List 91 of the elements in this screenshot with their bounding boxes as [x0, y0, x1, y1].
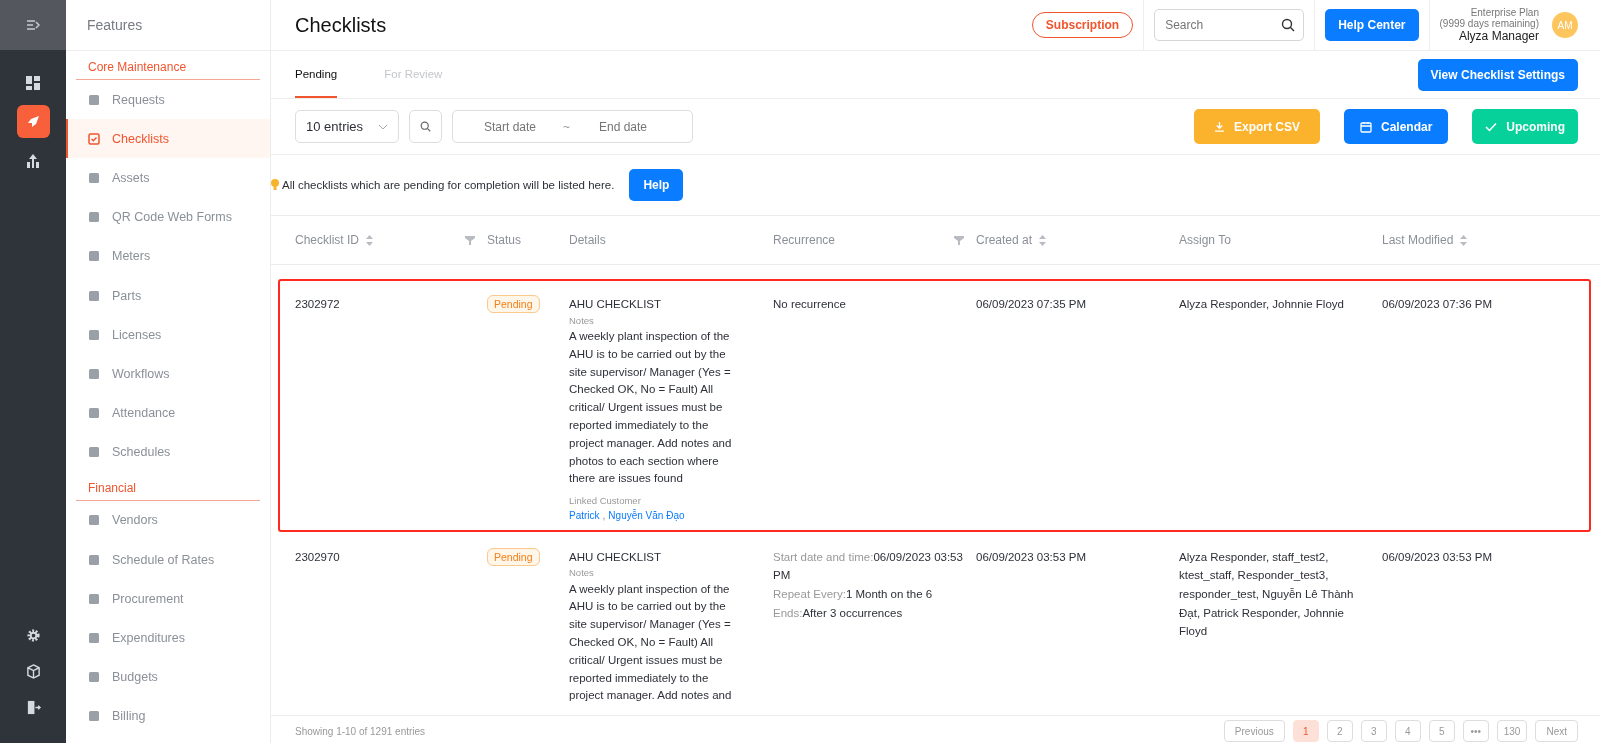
- dashboard-icon: [25, 74, 41, 91]
- page-button[interactable]: 5: [1428, 720, 1455, 742]
- customer-link[interactable]: Patrick: [569, 508, 600, 525]
- notes-label: Notes: [569, 566, 594, 581]
- customer-link[interactable]: Nguyễn Văn Đạo: [608, 508, 685, 525]
- notes-text: A weekly plant inspection of the AHU is to be carried out by the site supervisor/ Manager (Yes = Checked OK, No = Fault) All critical/ Urgent issues must be reported immediately to the project manager. Add notes and photos to each section where there are issues found: [569, 328, 733, 487]
- tab[interactable]: For Review: [384, 51, 443, 98]
- user-name: Alyza Manager: [1458, 29, 1539, 43]
- download-icon: [1213, 121, 1225, 132]
- date-range-field[interactable]: Start date ~ End date: [452, 110, 693, 143]
- checklist-id: 2302972: [295, 298, 340, 310]
- checkmark-icon: [1485, 121, 1498, 132]
- created-date: 06/09/2023 03:53 PM: [976, 550, 1086, 563]
- page-button[interactable]: 3: [1360, 720, 1387, 742]
- info-text: All checklists which are pending for completion will be listed here.: [282, 179, 615, 191]
- sidebar-item[interactable]: Checklists: [66, 119, 270, 159]
- search-icon: [1281, 18, 1296, 32]
- cube-icon[interactable]: [25, 664, 41, 679]
- sidebar-item[interactable]: Meters: [66, 236, 270, 276]
- sidebar-item[interactable]: QR Code Web Forms: [66, 197, 270, 237]
- column-header: Recurrence: [773, 233, 836, 247]
- column-header: Last Modified: [1382, 233, 1454, 247]
- checklist-title: AHU CHECKLIST: [569, 549, 662, 565]
- export-csv-button[interactable]: Export CSV: [1193, 109, 1320, 144]
- chart-icon: [25, 152, 41, 169]
- assignees: Alyza Responder, Johnnie Floyd: [1179, 298, 1344, 310]
- modified-date: 06/09/2023 07:36 PM: [1382, 298, 1492, 310]
- notes-text: A weekly plant inspection of the AHU is to be carried out by the site supervisor/ Manager (Yes = Checked OK, No = Fault) All critical/ Urgent issues must be reported immediately to the project manager. Add notes and: [569, 581, 733, 704]
- rail-item[interactable]: [16, 105, 50, 138]
- entries-select[interactable]: 10 entries: [295, 110, 399, 143]
- plan-remaining: (9999 days remaining): [1439, 18, 1539, 29]
- page-button[interactable]: •••: [1462, 720, 1489, 742]
- section-heading: Core Maintenance: [76, 51, 260, 80]
- entries-count: Showing 1-10 of 1291 entries: [295, 725, 426, 737]
- checklist-id: 2302970: [295, 550, 340, 563]
- view-settings-button[interactable]: View Checklist Settings: [1417, 58, 1578, 91]
- help-center-button[interactable]: Help Center: [1325, 9, 1419, 41]
- sidebar-item[interactable]: Attendance: [66, 393, 270, 433]
- sidebar-item[interactable]: Billing: [66, 696, 270, 736]
- rocket-icon: [25, 113, 41, 130]
- page-button[interactable]: 1: [1292, 720, 1319, 742]
- sidebar-item[interactable]: Parts: [66, 275, 270, 316]
- page-title: Checklists: [295, 13, 387, 37]
- status-badge: Pending: [487, 547, 540, 566]
- search-button[interactable]: [409, 110, 442, 143]
- calendar-button[interactable]: Calendar: [1343, 109, 1449, 144]
- subscription-button[interactable]: Subscription: [1031, 12, 1134, 38]
- column-header: Created at: [976, 233, 1033, 247]
- recurrence-text: Start date and time:06/09/2023 03:53 PM Repeat Every:1 Month on the 6 Ends:After 3 occurrences: [773, 550, 963, 619]
- separator: ,: [602, 509, 606, 524]
- search-field[interactable]: Search: [1154, 9, 1305, 41]
- sidebar-item[interactable]: Licenses: [66, 315, 270, 355]
- logout-icon[interactable]: [25, 700, 41, 715]
- modified-date: 06/09/2023 03:53 PM: [1382, 550, 1492, 563]
- column-header: Checklist ID: [295, 233, 359, 247]
- checklist-title: AHU CHECKLIST: [569, 297, 662, 312]
- linked-customer-label: Linked Customer: [569, 494, 641, 509]
- sidebar-item[interactable]: Assets: [66, 158, 270, 198]
- page-button[interactable]: 2: [1326, 720, 1353, 742]
- sidebar-item[interactable]: Vendors: [66, 500, 270, 541]
- next-button[interactable]: Next: [1535, 720, 1578, 742]
- search-icon: [420, 121, 431, 132]
- collapse-menu-icon[interactable]: [26, 19, 40, 31]
- recurrence-text: No recurrence: [773, 298, 846, 310]
- plan-name: Enterprise Plan: [1470, 7, 1539, 18]
- status-badge: Pending: [487, 295, 540, 313]
- upcoming-button[interactable]: Upcoming: [1472, 109, 1578, 144]
- sidebar-item[interactable]: Workflows: [66, 354, 270, 394]
- sidebar-item[interactable]: Procurement: [66, 579, 270, 619]
- column-header: Assign To: [1179, 233, 1231, 247]
- tab[interactable]: Pending: [295, 51, 338, 98]
- sidebar-item[interactable]: Schedules: [66, 432, 270, 472]
- created-date: 06/09/2023 07:35 PM: [976, 298, 1086, 310]
- highlighted-row[interactable]: [278, 279, 1591, 532]
- chevron-down-icon: [378, 123, 388, 130]
- previous-button[interactable]: Previous: [1223, 720, 1285, 742]
- sidebar-item[interactable]: Schedule of Rates: [66, 540, 270, 580]
- sidebar-item[interactable]: Requests: [66, 80, 270, 120]
- sidebar-title: Features: [66, 0, 270, 51]
- page-button[interactable]: 130: [1496, 720, 1528, 742]
- notes-label: Notes: [569, 313, 594, 328]
- column-header: Status: [487, 233, 522, 247]
- column-header: Details: [569, 233, 606, 247]
- settings-icon[interactable]: [25, 628, 41, 643]
- lightbulb-icon: [271, 179, 279, 191]
- sidebar-item[interactable]: Expenditures: [66, 618, 270, 658]
- assignees: Alyza Responder, staff_test2, ktest_staff, Responder_test3, responder_test, Nguyễn Lê Thành Đạt, Patrick Responder, Johnnie Floyd: [1179, 550, 1354, 638]
- page-button[interactable]: 4: [1394, 720, 1421, 742]
- sidebar-item[interactable]: Budgets: [66, 657, 270, 697]
- section-heading: Financial: [76, 471, 260, 501]
- help-button[interactable]: Help: [629, 169, 684, 201]
